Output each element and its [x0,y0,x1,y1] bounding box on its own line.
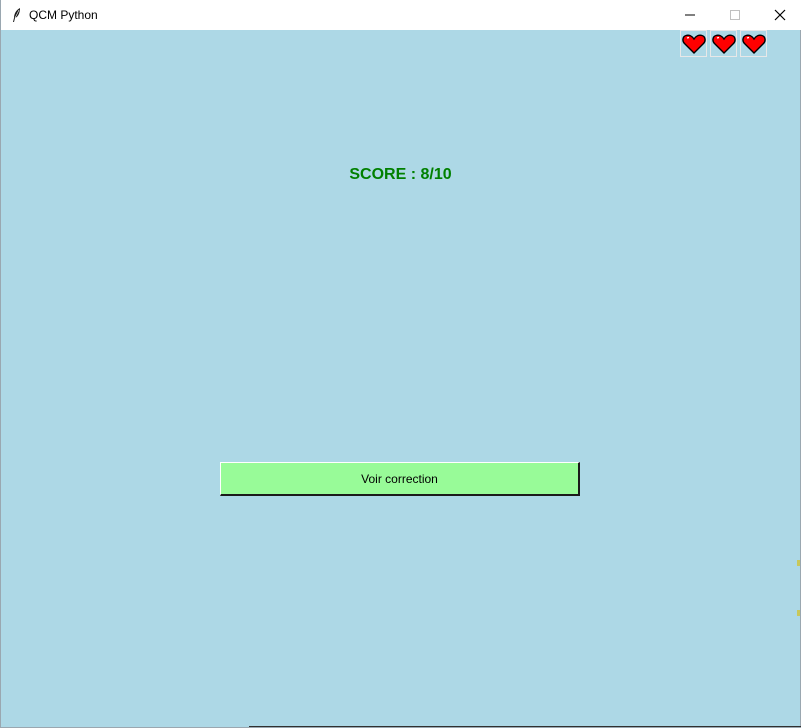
close-icon [774,9,785,21]
heart-icon [711,34,736,54]
edge-artifact [797,610,800,616]
score-label: SCORE : 8/10 [349,166,452,183]
life-slot-1 [680,30,707,57]
lives-display [680,30,770,57]
heart-icon [681,34,706,54]
life-slot-3 [740,30,767,57]
heart-icon [741,34,766,54]
window-controls [667,0,801,30]
minimize-icon [684,14,695,16]
close-button[interactable] [757,0,801,30]
maximize-button[interactable] [712,0,757,30]
life-slot-2 [710,30,737,57]
title-bar[interactable]: QCM Python [1,0,801,30]
view-correction-button[interactable]: Voir correction [220,462,580,496]
bottom-edge-line [249,726,801,727]
app-window: QCM Python SCORE: 8/10 Voir correction [0,0,801,728]
minimize-button[interactable] [667,0,712,30]
feather-icon [9,7,25,23]
window-title: QCM Python [29,8,98,22]
maximize-icon [729,10,740,20]
edge-artifact [797,560,800,566]
